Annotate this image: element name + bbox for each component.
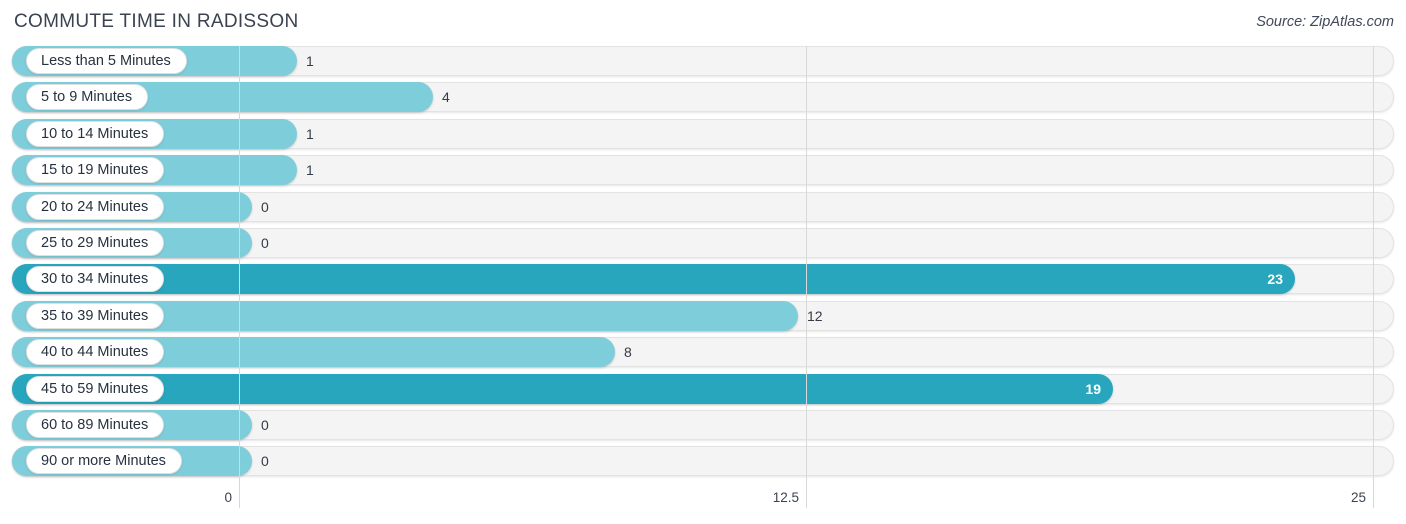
value-label: 4 bbox=[442, 89, 450, 106]
bar-row[interactable]: 25 to 29 Minutes 0 bbox=[0, 227, 1406, 258]
tick-label-0: 0 bbox=[224, 490, 232, 505]
bar-row[interactable]: 10 to 14 Minutes 1 bbox=[0, 118, 1406, 149]
value-label: 8 bbox=[624, 344, 632, 361]
bar-row[interactable]: 30 to 34 Minutes 23 bbox=[0, 264, 1406, 295]
tick-mark-2 bbox=[1373, 486, 1374, 508]
category-label: 90 or more Minutes bbox=[26, 448, 182, 475]
value-label: 19 bbox=[1085, 380, 1101, 397]
tick-mark-1 bbox=[806, 486, 807, 508]
page-title: COMMUTE TIME IN RADISSON bbox=[14, 11, 299, 32]
x-axis: 0 12.5 25 bbox=[0, 486, 1406, 524]
tick-label-2: 25 bbox=[1350, 490, 1366, 505]
value-label: 12 bbox=[807, 307, 823, 324]
category-label: 20 to 24 Minutes bbox=[26, 193, 165, 220]
bar-row[interactable]: 35 to 39 Minutes 12 bbox=[0, 300, 1406, 331]
category-label: 5 to 9 Minutes bbox=[26, 84, 149, 111]
value-label: 0 bbox=[261, 234, 269, 251]
plot-area: Less than 5 Minutes 1 5 to 9 Minutes 4 10 to… bbox=[0, 46, 1406, 486]
category-label: 30 to 34 Minutes bbox=[26, 266, 165, 293]
bar-row[interactable]: Less than 5 Minutes 1 bbox=[0, 46, 1406, 76]
category-label: 35 to 39 Minutes bbox=[26, 302, 165, 329]
category-label: Less than 5 Minutes bbox=[26, 48, 187, 74]
chart-page: COMMUTE TIME IN RADISSON Source: ZipAtla… bbox=[0, 0, 1406, 524]
category-label: 15 to 19 Minutes bbox=[26, 157, 165, 184]
bar-row[interactable]: 40 to 44 Minutes 8 bbox=[0, 337, 1406, 368]
value-label: 23 bbox=[1267, 271, 1283, 288]
bar-row[interactable]: 15 to 19 Minutes 1 bbox=[0, 155, 1406, 186]
category-label: 45 to 59 Minutes bbox=[26, 375, 165, 402]
value-bar[interactable] bbox=[12, 373, 1113, 404]
tick-mark-0 bbox=[239, 486, 240, 508]
chart-header: COMMUTE TIME IN RADISSON Source: ZipAtla… bbox=[0, 0, 1406, 46]
value-label: 0 bbox=[261, 453, 269, 470]
value-label: 1 bbox=[306, 125, 314, 142]
category-label: 40 to 44 Minutes bbox=[26, 339, 165, 366]
source-attribution: Source: ZipAtlas.com bbox=[1256, 14, 1394, 30]
bar-rows: Less than 5 Minutes 1 5 to 9 Minutes 4 10 to… bbox=[0, 46, 1406, 483]
category-label: 25 to 29 Minutes bbox=[26, 229, 165, 256]
value-label: 0 bbox=[261, 198, 269, 215]
tick-label-1: 12.5 bbox=[772, 490, 799, 505]
bar-row[interactable]: 45 to 59 Minutes 19 bbox=[0, 373, 1406, 404]
category-label: 60 to 89 Minutes bbox=[26, 411, 165, 438]
bar-row[interactable]: 5 to 9 Minutes 4 bbox=[0, 82, 1406, 113]
bar-row[interactable]: 20 to 24 Minutes 0 bbox=[0, 191, 1406, 222]
value-label: 1 bbox=[306, 162, 314, 179]
value-label: 1 bbox=[306, 53, 314, 69]
value-label: 0 bbox=[261, 416, 269, 433]
bar-row[interactable]: 60 to 89 Minutes 0 bbox=[0, 409, 1406, 440]
value-bar[interactable] bbox=[12, 264, 1295, 295]
category-label: 10 to 14 Minutes bbox=[26, 120, 165, 147]
bar-row[interactable]: 90 or more Minutes 0 bbox=[0, 446, 1406, 477]
